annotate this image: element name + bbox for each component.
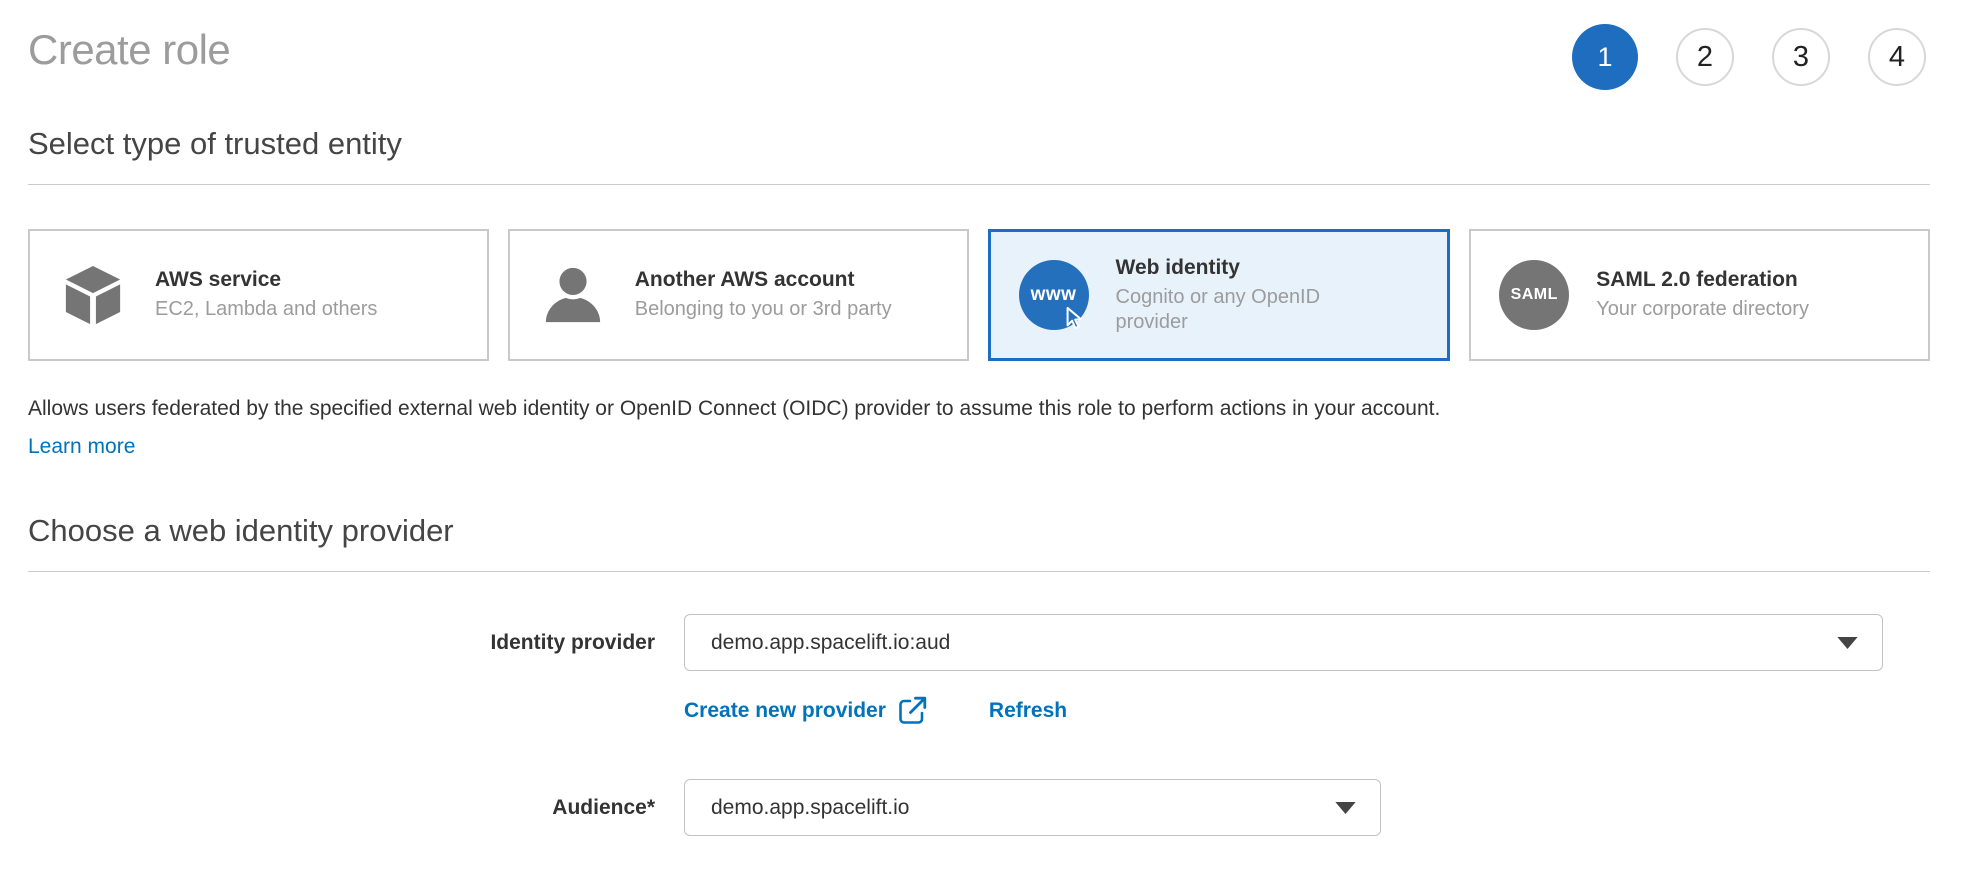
wizard-step-4: 4 <box>1868 28 1926 86</box>
trusted-entity-heading: Select type of trusted entity <box>28 126 1930 162</box>
wizard-step-1: 1 <box>1572 24 1638 90</box>
chevron-down-icon <box>1335 802 1356 814</box>
wizard-step-3: 3 <box>1772 28 1830 86</box>
www-badge-text: www <box>1031 284 1077 306</box>
refresh-link[interactable]: Refresh <box>989 699 1067 723</box>
card-subtitle: Cognito or any OpenID provider <box>1116 285 1371 335</box>
card-subtitle: Your corporate directory <box>1596 297 1809 322</box>
aws-service-cube-icon <box>58 264 128 326</box>
chevron-down-icon <box>1837 637 1858 649</box>
identity-provider-select[interactable]: demo.app.spacelift.io:aud <box>684 614 1883 671</box>
create-new-provider-label: Create new provider <box>684 699 886 723</box>
provider-links-row: Create new provider Refresh <box>28 696 1930 726</box>
section-divider <box>28 571 1930 572</box>
learn-more-link[interactable]: Learn more <box>28 435 135 459</box>
saml-badge: SAML <box>1499 260 1569 330</box>
card-text: AWS service EC2, Lambda and others <box>155 268 377 322</box>
saml-badge-text: SAML <box>1511 286 1558 304</box>
provider-form: Identity provider demo.app.spacelift.io:… <box>28 614 1930 836</box>
entity-description: Allows users federated by the specified … <box>28 397 1930 421</box>
trusted-entity-cards: AWS service EC2, Lambda and others Anoth… <box>28 229 1930 361</box>
page-header: Create role 1 2 3 4 <box>28 14 1930 86</box>
card-text: Another AWS account Belonging to you or … <box>635 268 892 322</box>
create-role-page: Create role 1 2 3 4 Select type of trust… <box>0 0 1974 836</box>
entity-card-web-identity[interactable]: www Web identity Cognito or any OpenID p… <box>988 229 1451 361</box>
card-subtitle: EC2, Lambda and others <box>155 297 377 322</box>
identity-provider-row: Identity provider demo.app.spacelift.io:… <box>28 614 1930 671</box>
create-new-provider-link[interactable]: Create new provider <box>684 696 927 726</box>
wizard-step-4-number: 4 <box>1889 41 1905 74</box>
audience-label: Audience* <box>28 796 655 820</box>
web-identity-globe-icon: www <box>1019 260 1089 330</box>
wizard-step-2-number: 2 <box>1697 41 1713 74</box>
card-title: Another AWS account <box>635 268 892 292</box>
provider-heading: Choose a web identity provider <box>28 513 1930 549</box>
page-title: Create role <box>28 26 230 74</box>
audience-row: Audience* demo.app.spacelift.io <box>28 779 1930 836</box>
section-divider <box>28 184 1930 185</box>
wizard-step-2: 2 <box>1676 28 1734 86</box>
external-link-icon <box>897 696 927 726</box>
www-badge: www <box>1019 260 1089 330</box>
wizard-step-3-number: 3 <box>1793 41 1809 74</box>
wizard-step-indicator: 1 2 3 4 <box>1572 24 1930 90</box>
entity-card-aws-service[interactable]: AWS service EC2, Lambda and others <box>28 229 489 361</box>
wizard-step-1-number: 1 <box>1597 42 1612 73</box>
entity-card-saml-federation[interactable]: SAML SAML 2.0 federation Your corporate … <box>1469 229 1930 361</box>
card-text: Web identity Cognito or any OpenID provi… <box>1116 256 1371 335</box>
card-title: AWS service <box>155 268 377 292</box>
saml-badge-icon: SAML <box>1499 260 1569 330</box>
identity-provider-value: demo.app.spacelift.io:aud <box>711 631 950 655</box>
audience-value: demo.app.spacelift.io <box>711 796 909 820</box>
audience-select[interactable]: demo.app.spacelift.io <box>684 779 1381 836</box>
card-title: Web identity <box>1116 256 1371 280</box>
identity-provider-label: Identity provider <box>28 631 655 655</box>
person-icon <box>538 264 608 326</box>
cursor-icon <box>1063 306 1085 330</box>
entity-card-another-aws-account[interactable]: Another AWS account Belonging to you or … <box>508 229 969 361</box>
card-subtitle: Belonging to you or 3rd party <box>635 297 892 322</box>
card-title: SAML 2.0 federation <box>1596 268 1809 292</box>
card-text: SAML 2.0 federation Your corporate direc… <box>1596 268 1809 322</box>
